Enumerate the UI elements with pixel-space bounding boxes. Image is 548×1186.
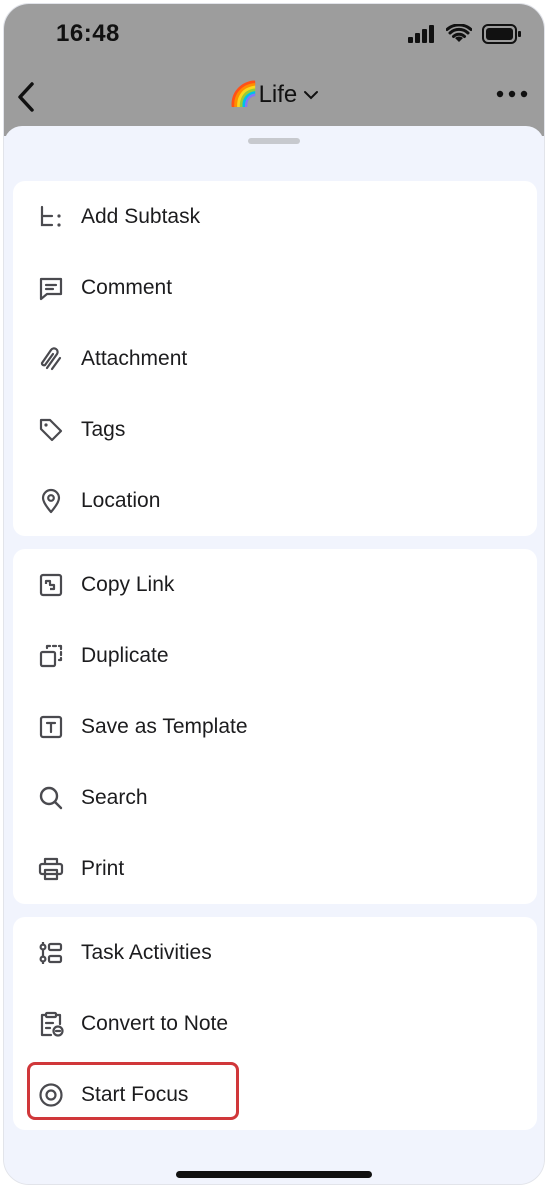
convert-note-icon (37, 1010, 65, 1038)
more-button[interactable] (496, 90, 528, 98)
menu-item-add-subtask[interactable]: Add Subtask (13, 181, 537, 252)
search-icon (37, 784, 65, 812)
link-icon (37, 571, 65, 599)
menu-item-label: Search (81, 785, 148, 809)
menu-item-label: Convert to Note (81, 1011, 229, 1035)
menu-item-label: Duplicate (81, 643, 169, 667)
dimmed-background[interactable]: 16:48 🌈Life (4, 4, 544, 136)
paperclip-icon (37, 345, 65, 373)
menu-group-task: Add Subtask Comment Attachment Tags Loca… (13, 181, 537, 536)
tag-icon (37, 416, 65, 444)
template-icon (37, 713, 65, 741)
menu-item-task-activities[interactable]: Task Activities (13, 917, 537, 988)
menu-group-share: Copy Link Duplicate Save as Template Sea… (13, 549, 537, 904)
menu-item-tags[interactable]: Tags (13, 394, 537, 465)
menu-item-comment[interactable]: Comment (13, 252, 537, 323)
menu-item-start-focus[interactable]: Start Focus (13, 1059, 537, 1130)
menu-item-label: Copy Link (81, 572, 175, 596)
menu-item-label: Comment (81, 275, 173, 299)
phone-screen: 16:48 🌈Life Add Subtask Comment Attachme… (3, 3, 545, 1185)
list-title: 🌈Life (228, 81, 298, 108)
list-title-button[interactable]: 🌈Life (4, 80, 544, 109)
menu-item-label: Start Focus (81, 1082, 189, 1106)
menu-item-attachment[interactable]: Attachment (13, 323, 537, 394)
activities-icon (37, 939, 65, 967)
menu-item-label: Location (81, 488, 161, 512)
menu-item-label: Save as Template (81, 714, 248, 738)
more-dots-icon (496, 90, 528, 98)
menu-item-save-as-template[interactable]: Save as Template (13, 691, 537, 762)
location-pin-icon (37, 487, 65, 515)
action-sheet: Add Subtask Comment Attachment Tags Loca… (4, 126, 544, 1184)
battery-icon (482, 24, 521, 44)
menu-item-label: Add Subtask (81, 204, 201, 228)
menu-group-more: Task Activities Convert to Note Start Fo… (13, 917, 537, 1130)
status-time: 16:48 (56, 20, 120, 47)
menu-item-label: Tags (81, 417, 126, 441)
focus-icon (37, 1081, 65, 1109)
menu-item-location[interactable]: Location (13, 465, 537, 536)
menu-item-duplicate[interactable]: Duplicate (13, 620, 537, 691)
menu-item-label: Task Activities (81, 940, 212, 964)
comment-icon (37, 274, 65, 302)
menu-item-convert-to-note[interactable]: Convert to Note (13, 988, 537, 1059)
wifi-icon (446, 24, 472, 42)
home-indicator[interactable] (176, 1171, 372, 1178)
menu-item-label: Attachment (81, 346, 188, 370)
chevron-down-icon (304, 90, 319, 99)
duplicate-icon (37, 642, 65, 670)
menu-item-label: Print (81, 856, 125, 880)
menu-item-copy-link[interactable]: Copy Link (13, 549, 537, 620)
sheet-grabber[interactable] (248, 138, 300, 144)
menu-item-print[interactable]: Print (13, 833, 537, 904)
subtask-icon (37, 203, 65, 231)
menu-item-search[interactable]: Search (13, 762, 537, 833)
cellular-signal-icon (408, 25, 434, 43)
status-icons (408, 24, 522, 44)
printer-icon (37, 855, 65, 883)
